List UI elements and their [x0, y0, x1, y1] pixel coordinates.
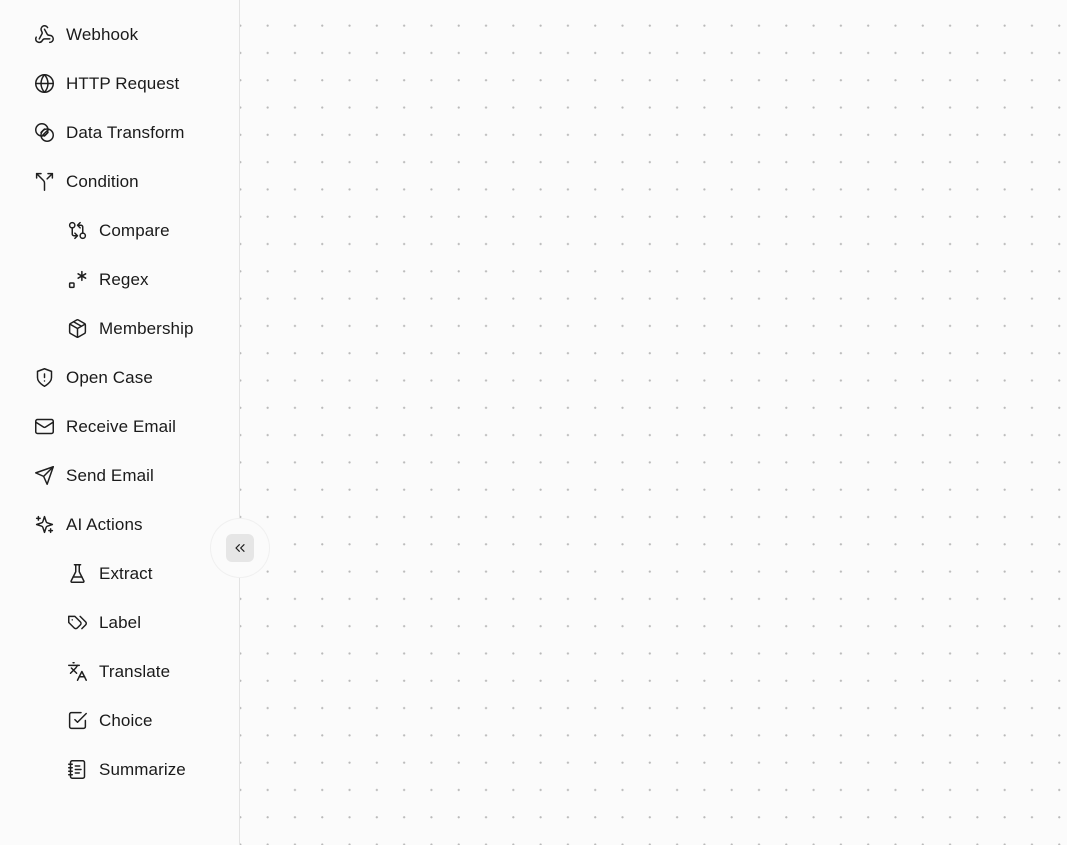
box-icon — [66, 318, 88, 340]
shield-alert-icon — [33, 367, 55, 389]
notebook-icon — [66, 759, 88, 781]
node-label: Label — [99, 612, 142, 632]
node-label: Open Case — [66, 367, 153, 387]
languages-icon — [66, 661, 88, 683]
node-regex[interactable]: Regex — [0, 255, 239, 304]
node-label: Summarize — [99, 759, 186, 779]
blend-icon — [33, 122, 55, 144]
node-label: Choice — [99, 710, 153, 730]
node-summarize[interactable]: Summarize — [0, 745, 239, 794]
node-receive-email[interactable]: Receive Email — [0, 402, 239, 451]
node-http-request[interactable]: HTTP Request — [0, 59, 239, 108]
node-open-case[interactable]: Open Case — [0, 353, 239, 402]
node-send-email[interactable]: Send Email — [0, 451, 239, 500]
node-webhook[interactable]: Webhook — [0, 10, 239, 59]
node-choice[interactable]: Choice — [0, 696, 239, 745]
collapse-sidebar-button[interactable] — [226, 534, 254, 562]
node-membership[interactable]: Membership — [0, 304, 239, 353]
node-label: Send Email — [66, 465, 154, 485]
node-translate[interactable]: Translate — [0, 647, 239, 696]
node-label: Extract — [99, 563, 153, 583]
node-label: Translate — [99, 661, 171, 681]
node-label: Webhook — [66, 24, 139, 44]
node-label: Regex — [99, 269, 149, 289]
node-palette-sidebar: Webhook HTTP Request Data Transform Cond… — [0, 0, 240, 845]
webhook-icon — [33, 24, 55, 46]
node-condition[interactable]: Condition — [0, 157, 239, 206]
send-icon — [33, 465, 55, 487]
node-label: Data Transform — [66, 122, 185, 142]
sparkles-icon — [33, 514, 55, 536]
node-data-transform[interactable]: Data Transform — [0, 108, 239, 157]
flask-icon — [66, 563, 88, 585]
node-label: AI Actions — [66, 514, 143, 534]
node-ai-actions[interactable]: AI Actions — [0, 500, 239, 549]
regex-icon — [66, 269, 88, 291]
node-label-action[interactable]: Label — [0, 598, 239, 647]
node-extract[interactable]: Extract — [0, 549, 239, 598]
globe-icon — [33, 73, 55, 95]
chevrons-left-icon — [235, 544, 245, 552]
check-square-icon — [66, 710, 88, 732]
git-compare-icon — [66, 220, 88, 242]
node-label: Membership — [99, 318, 194, 338]
node-compare[interactable]: Compare — [0, 206, 239, 255]
workflow-builder: Webhook HTTP Request Data Transform Cond… — [0, 0, 1067, 845]
tags-icon — [66, 612, 88, 634]
node-label: Receive Email — [66, 416, 176, 436]
node-label: Condition — [66, 171, 139, 191]
workflow-canvas[interactable] — [240, 0, 1067, 845]
mail-icon — [33, 416, 55, 438]
node-label: HTTP Request — [66, 73, 180, 93]
split-icon — [33, 171, 55, 193]
node-list: Webhook HTTP Request Data Transform Cond… — [0, 10, 239, 794]
node-label: Compare — [99, 220, 170, 240]
